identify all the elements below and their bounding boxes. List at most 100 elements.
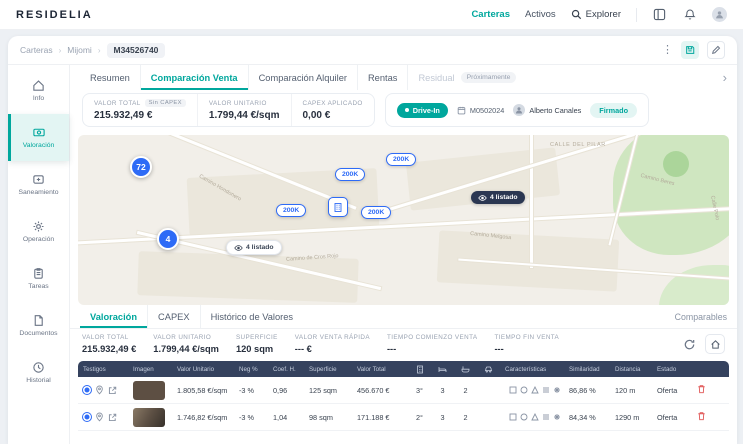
elevator-icon bbox=[509, 413, 516, 421]
subtab-valoracion[interactable]: Valoración bbox=[80, 305, 147, 328]
listing-photo[interactable] bbox=[133, 407, 165, 427]
owner-avatar bbox=[513, 104, 526, 116]
cell-distancia: 120 m bbox=[615, 385, 636, 395]
price-marker[interactable]: 200K bbox=[361, 206, 392, 219]
breadcrumb-carteras[interactable]: Carteras bbox=[20, 45, 53, 55]
document-icon bbox=[34, 315, 43, 326]
sidebar-item-label: Info bbox=[32, 95, 45, 102]
sidebar-item-tareas[interactable]: Tareas bbox=[8, 255, 69, 302]
select-radio[interactable] bbox=[83, 386, 91, 394]
price-marker[interactable]: 200K bbox=[386, 153, 417, 166]
breadcrumb-portfolio[interactable]: Mijomi bbox=[67, 45, 92, 55]
comparables-table: Testigos Imagen Valor Unitario Neg % Coe… bbox=[78, 361, 729, 444]
selected-asset-marker[interactable] bbox=[328, 197, 348, 217]
breadcrumb-asset-id[interactable]: M34526740 bbox=[106, 42, 166, 58]
listing-count-pill[interactable]: 4 listado bbox=[471, 191, 525, 204]
asset-meta-card: Drive-In M0502024 Alberto Canales Firmad… bbox=[384, 93, 650, 127]
chevron-right-icon: › bbox=[97, 45, 101, 55]
col-neg[interactable]: Neg % bbox=[234, 366, 268, 373]
asset-type-chip[interactable]: Drive-In bbox=[396, 102, 448, 118]
col-valor-unitario[interactable]: Valor Unitario bbox=[172, 366, 234, 373]
col-caracteristicas[interactable]: Características bbox=[500, 366, 564, 373]
trash-icon[interactable] bbox=[697, 411, 706, 421]
sidebar-item-operacion[interactable]: Operación bbox=[8, 208, 69, 255]
cell-planta: 2° bbox=[416, 412, 423, 422]
map-pin-icon[interactable] bbox=[95, 412, 104, 422]
sidebar-item-info[interactable]: Info bbox=[8, 67, 69, 114]
subtab-capex[interactable]: CAPEX bbox=[147, 305, 200, 328]
sum-valor-total: VALOR TOTAL 215.932,49 € bbox=[82, 334, 137, 354]
coming-soon-badge: Próximamente bbox=[460, 72, 517, 83]
listing-count-pill[interactable]: 4 listado bbox=[226, 240, 282, 255]
price-marker[interactable]: 200K bbox=[335, 168, 366, 181]
chevron-right-icon[interactable]: › bbox=[723, 70, 727, 85]
tab-comparacion-venta[interactable]: Comparación Venta bbox=[139, 65, 248, 90]
nav-link-carteras[interactable]: Carteras bbox=[471, 9, 510, 20]
external-link-icon[interactable] bbox=[108, 413, 117, 422]
cell-neg: -3 % bbox=[239, 412, 255, 422]
kebab-menu-icon[interactable]: ⋮ bbox=[662, 44, 673, 56]
sidebar-item-label: Tareas bbox=[28, 283, 49, 290]
sidebar-item-documentos[interactable]: Documentos bbox=[8, 302, 69, 349]
save-button[interactable] bbox=[681, 41, 699, 59]
subtab-historico[interactable]: Histórico de Valores bbox=[199, 305, 304, 328]
ac-icon bbox=[553, 414, 560, 420]
logo: RESIDELIA bbox=[16, 8, 93, 21]
trash-icon[interactable] bbox=[697, 384, 706, 394]
asset-ref-chip[interactable]: M0502024 bbox=[457, 106, 504, 115]
top-navbar: RESIDELIA Carteras Activos Explorer bbox=[0, 0, 743, 30]
tab-residual: Residual Próximamente bbox=[407, 65, 526, 90]
map-cluster-marker[interactable]: 72 bbox=[130, 156, 152, 178]
feature-icons bbox=[500, 413, 564, 421]
tab-resumen[interactable]: Resumen bbox=[80, 65, 140, 90]
house-icon bbox=[710, 339, 720, 349]
col-valor-total[interactable]: Valor Total bbox=[352, 366, 408, 373]
hash-icon bbox=[457, 106, 466, 114]
map-cluster-marker[interactable]: 4 bbox=[157, 228, 179, 250]
sum-valor-unitario: VALOR UNITARIO 1.799,44 €/sqm bbox=[153, 334, 219, 354]
nav-divider bbox=[636, 7, 637, 22]
listing-photo[interactable] bbox=[133, 380, 165, 400]
cell-neg: -3 % bbox=[239, 385, 255, 395]
tab-rentas[interactable]: Rentas bbox=[356, 65, 407, 90]
col-parking[interactable] bbox=[477, 365, 500, 373]
bed-icon bbox=[438, 367, 447, 372]
heating-icon bbox=[543, 414, 548, 420]
col-imagen[interactable]: Imagen bbox=[128, 366, 172, 373]
col-superficie[interactable]: Superficie bbox=[304, 366, 352, 373]
col-testigos[interactable]: Testigos bbox=[78, 366, 128, 373]
table-row: 1.805,58 €/sqm -3 % 0,96 125 sqm 456.670… bbox=[78, 377, 729, 404]
owner-chip[interactable]: Alberto Canales bbox=[513, 104, 581, 116]
bell-icon[interactable] bbox=[682, 7, 697, 22]
external-link-icon[interactable] bbox=[108, 386, 117, 395]
tab-comparacion-alquiler[interactable]: Comparación Alquiler bbox=[247, 65, 357, 90]
elevator-icon bbox=[509, 386, 516, 394]
stat-capex-aplicado: CAPEX APLICADO 0,00 € bbox=[290, 94, 374, 126]
col-distancia[interactable]: Distancia bbox=[610, 366, 652, 373]
col-similaridad[interactable]: Similaridad bbox=[564, 366, 610, 373]
chevron-right-icon: › bbox=[58, 45, 62, 55]
map-park bbox=[663, 151, 689, 177]
search-icon bbox=[571, 9, 581, 20]
cell-estado: Oferta bbox=[657, 385, 678, 395]
col-floor[interactable] bbox=[408, 365, 431, 374]
user-avatar[interactable] bbox=[712, 7, 727, 22]
refresh-icon[interactable] bbox=[683, 338, 696, 351]
sidebar-item-valoracion[interactable]: Valoración bbox=[8, 114, 69, 161]
map-pin-icon[interactable] bbox=[95, 385, 104, 395]
col-estado[interactable]: Estado bbox=[652, 366, 690, 373]
home-valuation-button[interactable] bbox=[705, 334, 725, 354]
sidebar-item-saneamiento[interactable]: Saneamiento bbox=[8, 161, 69, 208]
select-radio[interactable] bbox=[83, 413, 91, 421]
edit-button[interactable] bbox=[707, 41, 725, 59]
panel-icon[interactable] bbox=[652, 7, 667, 22]
sidebar-item-historial[interactable]: Historial bbox=[8, 349, 69, 396]
price-marker[interactable]: 200K bbox=[276, 204, 307, 217]
explorer-search[interactable]: Explorer bbox=[571, 9, 621, 20]
col-bathrooms[interactable] bbox=[454, 365, 477, 373]
nav-link-activos[interactable]: Activos bbox=[525, 9, 556, 20]
cell-distancia: 1290 m bbox=[615, 412, 640, 422]
comparables-map[interactable]: CALLE DEL PILAR Camino Beres Calle Polo … bbox=[78, 135, 729, 305]
col-coef[interactable]: Coef. H. bbox=[268, 366, 304, 373]
col-bedrooms[interactable] bbox=[431, 365, 454, 373]
